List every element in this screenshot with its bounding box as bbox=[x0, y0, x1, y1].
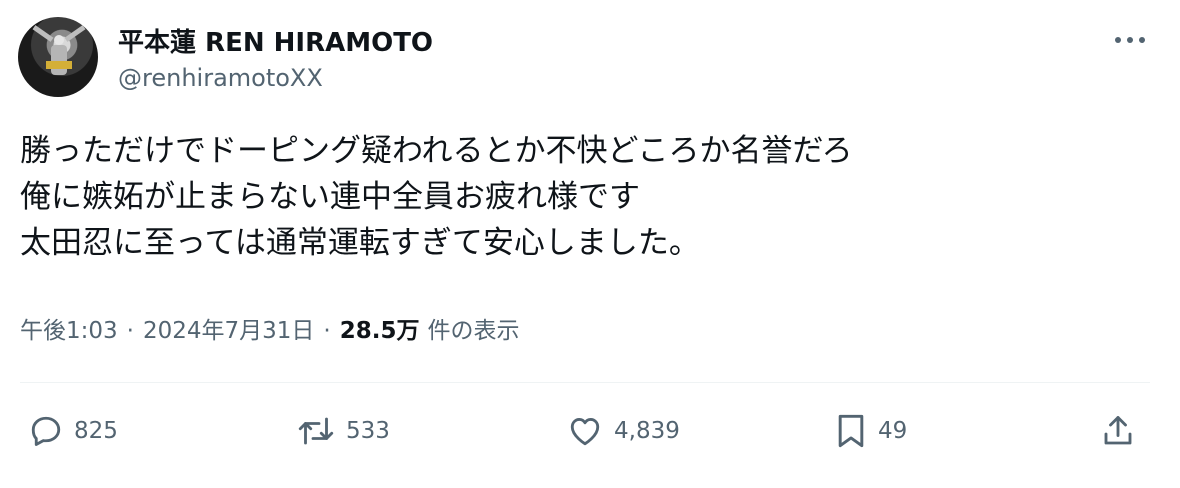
retweet-icon bbox=[298, 417, 334, 445]
tweet-line: 俺に嫉妬が止まらない連中全員お疲れ様です bbox=[20, 179, 640, 215]
views-label[interactable]: 件の表示 bbox=[427, 311, 519, 345]
avatar[interactable] bbox=[18, 17, 98, 97]
divider bbox=[20, 382, 1150, 383]
bookmark-icon bbox=[838, 414, 864, 448]
tweet-meta: 午後1:03 · 2024年7月31日 · 28.5万 件の表示 bbox=[20, 311, 519, 345]
like-button[interactable]: 4,839 bbox=[566, 406, 680, 456]
more-icon bbox=[1115, 37, 1145, 43]
tweet-line: 勝っただけでドーピング疑われるとか不快どころか名誉だろ bbox=[20, 133, 853, 169]
retweet-button[interactable]: 533 bbox=[296, 406, 390, 456]
heart-icon bbox=[570, 418, 600, 446]
share-button[interactable] bbox=[1100, 406, 1136, 456]
bookmark-button[interactable]: 49 bbox=[834, 406, 907, 456]
reply-icon bbox=[31, 416, 61, 446]
reply-button[interactable]: 825 bbox=[28, 406, 118, 456]
meta-separator: · bbox=[126, 318, 134, 344]
meta-separator: · bbox=[323, 318, 331, 344]
author-name-row[interactable]: 平本蓮 REN HIRAMOTO bbox=[118, 22, 433, 59]
author-handle[interactable]: @renhiramotoXX bbox=[118, 64, 323, 92]
bookmark-count: 49 bbox=[878, 418, 908, 444]
tweet-text: 勝っただけでドーピング疑われるとか不快どころか名誉だろ 俺に嫉妬が止まらない連中… bbox=[20, 128, 1160, 266]
tweet-line: 太田忍に至っては通常運転すぎて安心しました。 bbox=[20, 225, 700, 261]
reply-count: 825 bbox=[74, 418, 118, 444]
tweet-time[interactable]: 午後1:03 bbox=[20, 311, 118, 345]
views-count[interactable]: 28.5万 bbox=[340, 311, 420, 345]
retweet-count: 533 bbox=[346, 418, 390, 444]
like-count: 4,839 bbox=[614, 418, 680, 444]
author-display-name[interactable]: 平本蓮 REN HIRAMOTO bbox=[118, 22, 433, 59]
action-bar: 825 533 4,839 49 bbox=[0, 406, 1180, 456]
share-icon bbox=[1104, 416, 1132, 445]
tweet-date[interactable]: 2024年7月31日 bbox=[143, 311, 314, 345]
more-button[interactable] bbox=[1110, 28, 1150, 52]
